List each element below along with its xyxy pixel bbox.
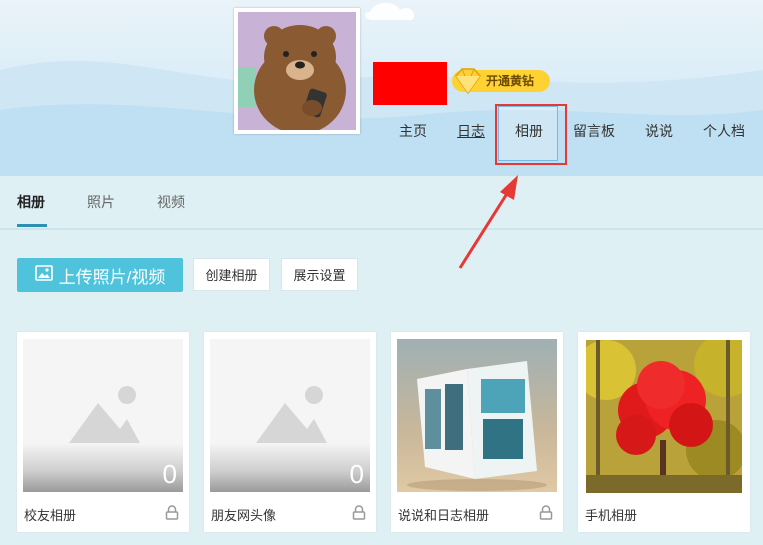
album-cover-book-photo	[397, 339, 557, 492]
album-title: 说说和日志相册	[398, 508, 490, 523]
nav-item-blog[interactable]: 日志	[457, 121, 485, 141]
lock-icon	[165, 505, 179, 525]
album-subtabs: 相册 照片 视频	[0, 176, 763, 230]
album-cover-placeholder: 0	[23, 339, 183, 492]
bear-avatar-image	[238, 12, 356, 130]
nav-item-message-board[interactable]: 留言板	[573, 121, 615, 141]
upload-button-label: 上传照片/视频	[58, 267, 166, 287]
image-upload-icon	[34, 264, 53, 286]
photo-count: 0	[349, 459, 364, 489]
lock-icon	[352, 505, 366, 525]
subtab-photos[interactable]: 照片	[87, 192, 115, 212]
photo-count: 0	[162, 459, 177, 489]
album-card[interactable]: 手机相册	[578, 332, 750, 532]
album-title: 校友相册	[24, 508, 77, 523]
subtab-active-indicator	[17, 224, 47, 227]
album-card[interactable]: 0 校友相册	[17, 332, 189, 532]
lock-icon	[539, 505, 553, 525]
diamond-icon	[452, 66, 484, 103]
nav-item-home[interactable]: 主页	[399, 121, 427, 141]
nav-item-profile[interactable]: 个人档	[703, 121, 745, 141]
annotation-highlight-frame	[495, 104, 567, 165]
album-title: 朋友网头像	[211, 508, 277, 523]
display-settings-button[interactable]: 展示设置	[281, 258, 358, 291]
subtab-videos[interactable]: 视频	[157, 192, 185, 212]
redacted-username	[373, 62, 447, 105]
upload-button[interactable]: 上传照片/视频	[17, 258, 183, 292]
nav-item-shuoshuo[interactable]: 说说	[645, 121, 673, 141]
create-album-button[interactable]: 创建相册	[193, 258, 270, 291]
avatar[interactable]	[234, 8, 360, 134]
image-placeholder-icon	[256, 386, 327, 443]
album-card[interactable]: 说说和日志相册	[391, 332, 563, 532]
subtab-albums[interactable]: 相册	[17, 192, 45, 212]
vip-label: 开通黄钻	[486, 74, 535, 88]
album-cover-red-tree-photo	[586, 340, 742, 493]
image-placeholder-icon	[69, 386, 140, 443]
album-cover-placeholder: 0	[210, 339, 370, 492]
album-card[interactable]: 0 朋友网头像	[204, 332, 376, 532]
album-title: 手机相册	[585, 508, 638, 523]
vip-badge[interactable]: 开通黄钻	[452, 68, 550, 95]
